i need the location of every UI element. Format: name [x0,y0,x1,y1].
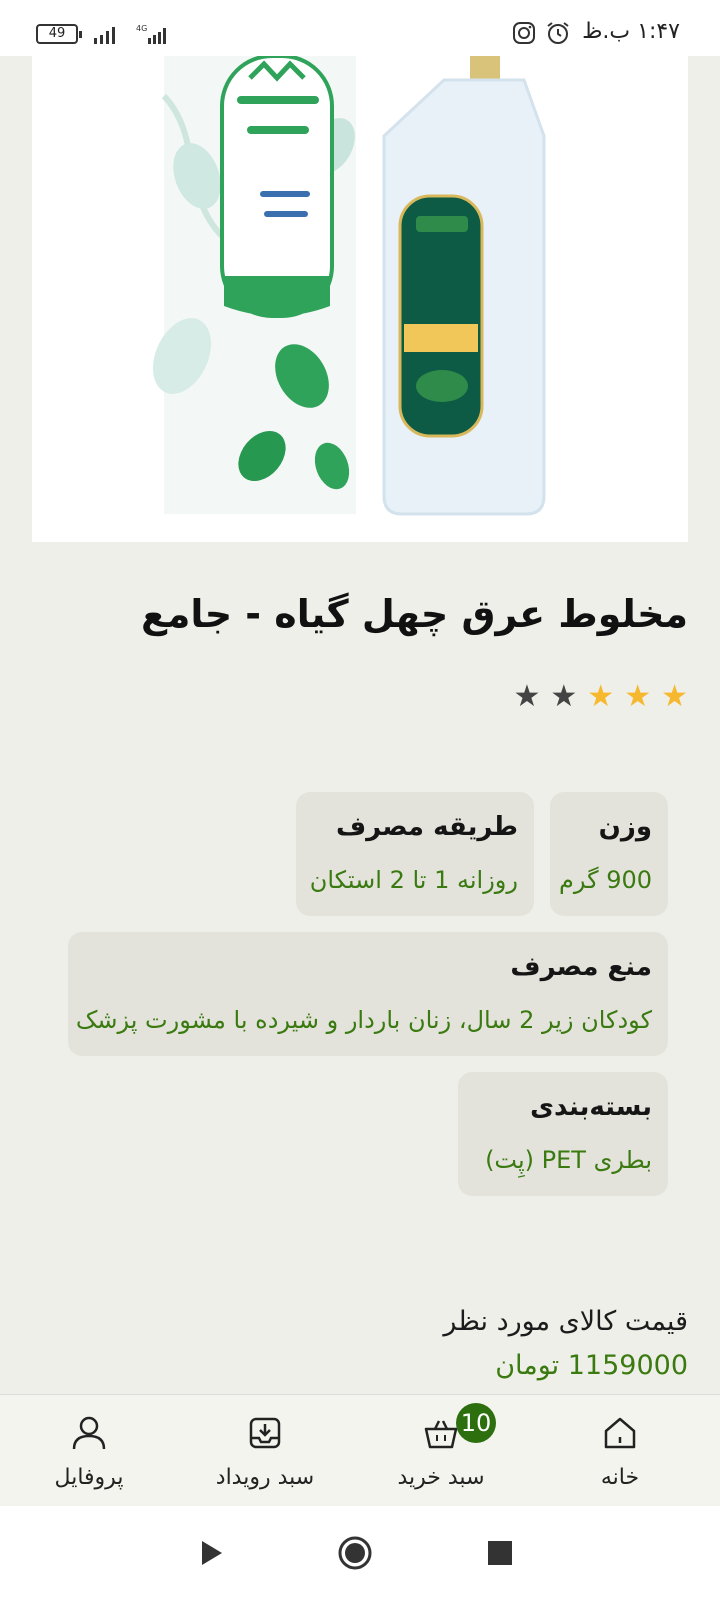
star-filled-icon: ★ [587,679,615,714]
home-circle-icon[interactable] [338,1536,372,1570]
spec-contraindication-value: کودکان زیر 2 سال، زنان باردار و شیرده با… [75,1006,652,1034]
nav-home[interactable]: خانه [535,1395,705,1507]
user-icon [72,1416,106,1450]
nav-profile-label: پروفایل [54,1465,124,1490]
spec-weight-value: 900 گرم [559,866,652,894]
home-icon [604,1417,636,1449]
recents-square-icon[interactable] [487,1540,513,1566]
cart-count-badge: 10 [456,1403,496,1443]
product-title: مخلوط عرق چهل گیاه - جامع [140,592,688,636]
spec-card-usage: طریقه مصرف روزانه 1 تا 2 استکان [296,792,534,916]
product-image-carousel[interactable] [32,56,688,542]
product-image [152,56,546,516]
signal-icon [94,27,115,44]
inbox-download-icon [249,1417,281,1449]
system-navigation-bar [0,1506,720,1600]
nav-events-label: سبد رویداد [215,1465,315,1490]
spec-card-contraindication: منع مصرف کودکان زیر 2 سال، زنان باردار و… [68,932,668,1056]
nav-home-label: خانه [600,1465,640,1490]
spec-contraindication-title: منع مصرف [510,952,652,982]
spec-card-weight: وزن 900 گرم [550,792,668,916]
price-label: قیمت کالای مورد نظر [443,1306,688,1337]
star-filled-icon: ★ [661,679,688,714]
spec-usage-title: طریقه مصرف [335,812,518,842]
nav-events[interactable]: سبد رویداد [180,1395,350,1507]
spec-packaging-value: بطری PET (پِت) [485,1146,652,1174]
nav-cart-label: سبد خرید [397,1465,485,1490]
instagram-icon [513,22,535,44]
spec-weight-title: وزن [598,812,652,842]
nav-profile[interactable]: پروفایل [4,1395,174,1507]
status-bar: ۱:۴۷ ب.ظ 4G 49 [0,0,720,56]
price-value: 1159000 تومان [495,1350,688,1381]
spec-usage-value: روزانه 1 تا 2 استکان [309,866,518,894]
spec-card-packaging: بسته‌بندی بطری PET (پِت) [458,1072,668,1196]
shopping-basket-icon [424,1420,458,1449]
star-empty-icon: ★ [550,679,578,714]
nav-cart[interactable]: 10 سبد خرید [356,1395,526,1507]
star-empty-icon: ★ [513,679,541,714]
cellular-4g-signal-icon: 4G [136,24,166,44]
battery-icon: 49 [36,24,82,44]
alarm-icon [547,22,569,44]
network-label: 4G [136,24,147,33]
status-time: ۱:۴۷ ب.ظ [582,19,680,44]
star-filled-icon: ★ [624,679,652,714]
product-rating: ★ ★ ★ ★ ★ [513,680,688,714]
bottom-navigation: خانه 10 سبد خرید سبد رویداد پروفایل [0,1394,720,1506]
spec-packaging-title: بسته‌بندی [530,1092,652,1122]
back-triangle-icon[interactable] [196,1538,226,1568]
